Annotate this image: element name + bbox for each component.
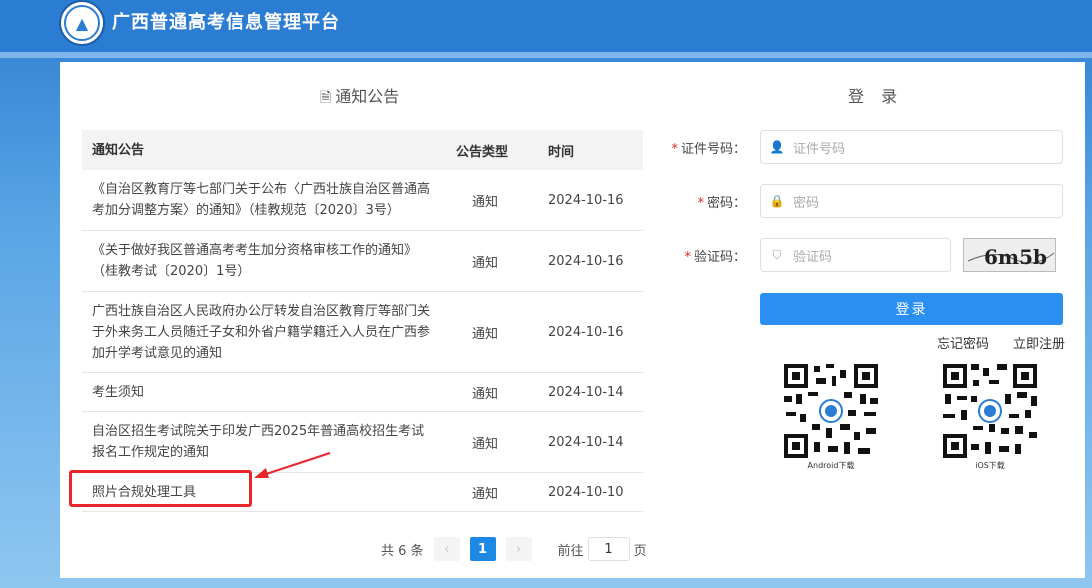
forgot-password-link[interactable]: 忘记密码: [937, 333, 989, 352]
notice-date: 2024-10-16: [548, 253, 624, 269]
ios-qr-code[interactable]: [941, 362, 1039, 460]
notice-section-title: 🗎 通知公告: [320, 87, 400, 106]
android-download-label: Android下载: [807, 461, 855, 470]
table-row[interactable]: 自治区招生考试院关于印发广西2025年普通高校招生考试报名工作规定的通知 通知 …: [82, 412, 643, 473]
goto-prefix: 前往: [557, 543, 584, 559]
notice-date: 2024-10-14: [548, 384, 624, 400]
android-qr-code[interactable]: [782, 362, 880, 460]
register-link[interactable]: 立即注册: [1013, 333, 1065, 352]
page-number-current[interactable]: 1: [469, 537, 496, 561]
captcha-label: * 验证码：: [684, 250, 746, 265]
table-row[interactable]: 《关于做好我区普通高考考生加分资格审核工作的通知》（桂教考试〔2020〕1号） …: [82, 231, 643, 292]
notice-date: 2024-10-16: [548, 192, 624, 208]
column-header-type: 公告类型: [456, 144, 509, 160]
site-logo[interactable]: ▲: [59, 0, 105, 46]
ios-download-label: iOS下载: [975, 461, 1005, 470]
prev-page-button[interactable]: ‹: [433, 537, 460, 561]
id-number-field[interactable]: 👤 证件号码: [760, 130, 1063, 164]
table-row[interactable]: 《自治区教育厅等七部门关于公布〈广西壮族自治区普通高考加分调整方案〉的通知》（桂…: [82, 170, 643, 231]
logo-icon: ▲: [64, 5, 100, 41]
password-label: * 密码：: [697, 196, 746, 211]
id-label: * 证件号码：: [671, 142, 746, 157]
table-row[interactable]: 广西壮族自治区人民政府办公厅转发自治区教育厅等部门关于外来务工人员随迁子女和外省…: [82, 292, 643, 373]
notice-type: 通知: [472, 194, 499, 210]
notice-link[interactable]: 《关于做好我区普通高考考生加分资格审核工作的通知》（桂教考试〔2020〕1号）: [82, 240, 432, 282]
pagination: 共 6 条 ‹ 1 › 前往 页: [381, 537, 647, 561]
column-header-date: 时间: [548, 144, 575, 160]
notice-link[interactable]: 广西壮族自治区人民政府办公厅转发自治区教育厅等部门关于外来务工人员随迁子女和外省…: [82, 301, 432, 364]
notice-link[interactable]: 考生须知: [82, 382, 432, 403]
site-title: 广西普通高考信息管理平台: [112, 12, 340, 33]
user-icon: 👤: [769, 140, 785, 154]
total-count: 共 6 条: [381, 543, 424, 559]
notice-table: 通知公告 公告类型 时间 《自治区教育厅等七部门关于公布〈广西壮族自治区普通高考…: [82, 130, 643, 512]
table-header: 通知公告 公告类型 时间: [82, 130, 643, 170]
notice-type: 通知: [472, 326, 499, 342]
header-divider: [0, 52, 1092, 58]
password-placeholder: 密码: [793, 195, 820, 211]
highlight-box: [69, 470, 252, 507]
notice-date: 2024-10-10: [548, 484, 624, 500]
lock-icon: 🔒: [769, 194, 785, 208]
notice-type: 通知: [472, 386, 499, 402]
arrow-icon: [254, 452, 331, 478]
notice-type: 通知: [472, 255, 499, 271]
shield-icon: ⛉: [772, 247, 782, 262]
notice-type: 通知: [472, 436, 499, 452]
table-row[interactable]: 考生须知 通知 2024-10-14: [82, 373, 643, 412]
goto-suffix: 页: [633, 543, 647, 559]
notice-type: 通知: [472, 486, 499, 502]
column-header-title: 通知公告: [92, 142, 145, 158]
document-icon: 🗎: [320, 90, 332, 106]
goto-page-input[interactable]: [587, 537, 630, 561]
login-button[interactable]: 登录: [760, 293, 1063, 325]
captcha-field[interactable]: ⛉ 验证码: [760, 238, 951, 272]
notice-link[interactable]: 《自治区教育厅等七部门关于公布〈广西壮族自治区普通高考加分调整方案〉的通知》（桂…: [82, 179, 432, 221]
notice-date: 2024-10-16: [548, 324, 624, 340]
id-number-placeholder: 证件号码: [793, 141, 846, 157]
captcha-placeholder: 验证码: [793, 249, 833, 265]
password-field[interactable]: 🔒 密码: [760, 184, 1063, 218]
notice-date: 2024-10-14: [548, 434, 624, 450]
captcha-text: 6m5b: [984, 245, 1047, 269]
captcha-image[interactable]: 6m5b: [963, 238, 1056, 272]
login-title: 登 录: [848, 87, 904, 106]
next-page-button[interactable]: ›: [505, 537, 532, 561]
